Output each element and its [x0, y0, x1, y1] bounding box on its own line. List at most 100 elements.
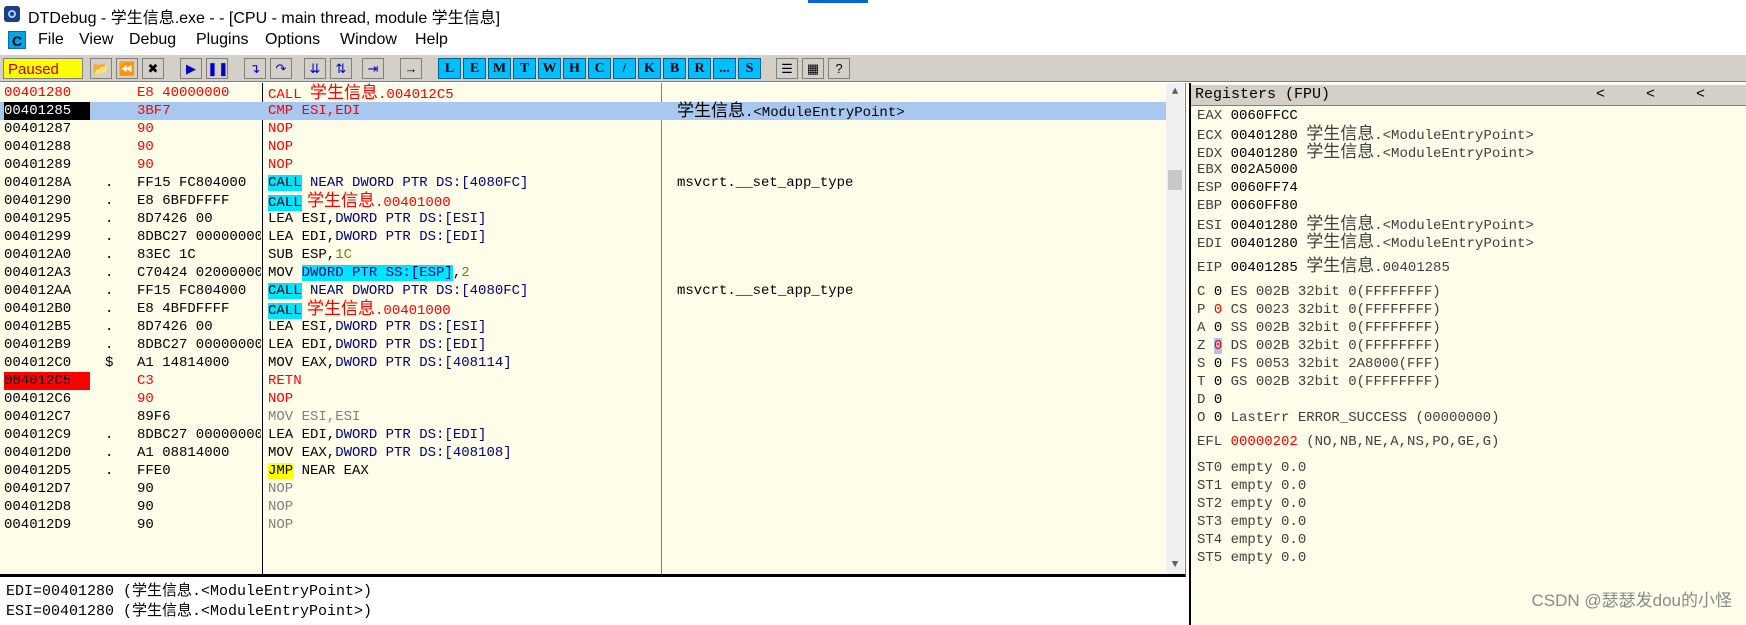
disasm-row[interactable]: 004012C0 $ A1 14814000 MOV EAX,DWORD PTR DS… — [0, 354, 1166, 372]
menu-view[interactable]: View — [79, 31, 113, 49]
menu-window[interactable]: Window — [340, 31, 397, 49]
flag-value: 0 — [1213, 374, 1223, 390]
scroll-up-icon[interactable]: ▲ — [1166, 83, 1184, 101]
toolbar-runtrace-button[interactable]: ... — [713, 58, 736, 79]
registers-nav-button[interactable]: < — [1646, 85, 1655, 105]
registers-nav-button[interactable]: < — [1596, 85, 1605, 105]
menu-debug[interactable]: Debug — [129, 31, 176, 49]
run-icon[interactable]: ▶ — [180, 58, 202, 79]
disasm-row[interactable]: 004012B9. 8DBC27 00000000 LEA EDI,DWORD PT… — [0, 336, 1166, 354]
disasm-row[interactable]: 004012AA. FF15 FC804000 CALL NEAR DWORD PT… — [0, 282, 1166, 300]
disasm-row[interactable]: 004012D9 90 NOP — [0, 516, 1166, 534]
fpu-register-st0[interactable]: ST0 empty 0.0 — [1197, 459, 1306, 477]
trace-into-icon[interactable]: ⇊ — [304, 58, 326, 79]
toolbar-breakpoints-button[interactable]: B — [663, 58, 686, 79]
vertical-scrollbar[interactable]: ▲ ▼ — [1166, 83, 1184, 574]
toolbar-cpu-button[interactable]: C — [588, 58, 611, 79]
disasm-row[interactable]: 004012D7 90 NOP — [0, 480, 1166, 498]
disasm-row[interactable]: 004012C7 89F6 MOV ESI,ESI — [0, 408, 1166, 426]
row-hex: FF15 FC804000 — [137, 283, 247, 299]
trace-over-icon[interactable]: ⇅ — [330, 58, 352, 79]
flag-p[interactable]: P 0 CS 0023 32bit 0(FFFFFFFF) — [1197, 301, 1441, 319]
disasm-row[interactable]: 00401290. E8 6BFDFFFF CALL 学生信息.00401000 — [0, 192, 1166, 211]
register-edx[interactable]: EDX 00401280 学生信息.<ModuleEntryPoint> — [1197, 143, 1534, 163]
pause-icon[interactable]: ❚❚ — [206, 58, 229, 79]
flag-s[interactable]: S 0 FS 0053 32bit 2A8000(FFF) — [1197, 355, 1441, 373]
flag-o[interactable]: O 0 LastErr ERROR_SUCCESS (00000000) — [1197, 409, 1499, 427]
cpu-window-icon[interactable]: C — [8, 31, 26, 49]
disasm-row[interactable]: 00401295. 8D7426 00 LEA ESI,DWORD PTR DS:[… — [0, 210, 1166, 228]
close-icon[interactable]: ✖ — [142, 58, 164, 79]
flag-t[interactable]: T 0 GS 002B 32bit 0(FFFFFFFF) — [1197, 373, 1441, 391]
toolbar-source-button[interactable]: S — [738, 58, 761, 79]
step-into-icon[interactable]: ↴ — [244, 58, 266, 79]
flag-value: 0 — [1213, 302, 1223, 318]
menu-help[interactable]: Help — [415, 31, 448, 49]
disasm-row[interactable]: 00401287 90 NOP — [0, 120, 1166, 138]
disasm-row[interactable]: 00401280 E8 40000000 CALL 学生信息.004012C5 — [0, 84, 1166, 103]
flag-c[interactable]: C 0 ES 002B 32bit 0(FFFFFFFF) — [1197, 283, 1441, 301]
registers-nav-button[interactable]: < — [1696, 85, 1705, 105]
disasm-row[interactable]: 004012A0. 83EC 1C SUB ESP,1C — [0, 246, 1166, 264]
fpu-register-st1[interactable]: ST1 empty 0.0 — [1197, 477, 1306, 495]
toolbar-windows-button[interactable]: W — [538, 58, 561, 79]
register-ebx[interactable]: EBX 002A5000 — [1197, 161, 1298, 179]
flag-z[interactable]: Z 0 DS 002B 32bit 0(FFFFFFFF) — [1197, 337, 1441, 355]
toolbar-patches-button[interactable]: / — [613, 58, 636, 79]
row-hex: 8D7426 00 — [137, 319, 213, 335]
menu-file[interactable]: File — [38, 31, 64, 49]
disasm-row[interactable]: 004012B0. E8 4BFDFFFF CALL 学生信息.00401000 — [0, 300, 1166, 319]
fpu-register-st4[interactable]: ST4 empty 0.0 — [1197, 531, 1306, 549]
register-eip[interactable]: EIP 00401285 学生信息.00401285 — [1197, 257, 1450, 277]
grid-icon[interactable]: ▦ — [802, 58, 824, 79]
register-eax[interactable]: EAX 0060FFCC — [1197, 107, 1298, 125]
toolbar-references-button[interactable]: R — [688, 58, 711, 79]
disasm-row[interactable]: 004012D0. A1 08814000 MOV EAX,DWORD PTR DS… — [0, 444, 1166, 462]
disasm-row[interactable]: 004012C6 90 NOP — [0, 390, 1166, 408]
disasm-row[interactable]: 00401285 3BF7 CMP ESI,EDI 学生信息.<ModuleEntry… — [0, 102, 1166, 121]
flag-a[interactable]: A 0 SS 002B 32bit 0(FFFFFFFF) — [1197, 319, 1441, 337]
open-icon[interactable]: 📂 — [90, 58, 112, 79]
toolbar-callstack-button[interactable]: K — [638, 58, 661, 79]
register-name: ESI — [1197, 218, 1231, 234]
help-button[interactable]: ? — [828, 58, 850, 79]
register-edi[interactable]: EDI 00401280 学生信息.<ModuleEntryPoint> — [1197, 233, 1534, 253]
register-ebp[interactable]: EBP 0060FF80 — [1197, 197, 1298, 215]
register-efl[interactable]: EFL 00000202 (NO,NB,NE,A,NS,PO,GE,G) — [1197, 433, 1499, 451]
disassembly-pane[interactable]: 00401280 E8 40000000 CALL 学生信息.004012C5 004… — [0, 83, 1186, 577]
disasm-row[interactable]: 00401289 90 NOP — [0, 156, 1166, 174]
execute-till-return-icon[interactable]: ⇥ — [362, 58, 384, 79]
flag-d[interactable]: D 0 — [1197, 391, 1222, 409]
row-hex: 90 — [137, 481, 154, 497]
toolbar-modules-button[interactable]: E — [463, 58, 486, 79]
disasm-row[interactable]: 004012C9. 8DBC27 00000000 LEA EDI,DWORD PT… — [0, 426, 1166, 444]
row-marker: $ — [105, 355, 114, 371]
toolbar-log-button[interactable]: L — [438, 58, 461, 79]
restart-icon[interactable]: ⏪ — [116, 58, 138, 79]
disasm-row[interactable]: 004012D8 90 NOP — [0, 498, 1166, 516]
scroll-down-icon[interactable]: ▼ — [1166, 556, 1184, 574]
disasm-row[interactable]: 004012D5. FFE0 JMP NEAR EAX — [0, 462, 1166, 480]
instruction-mnemonic: LEA EDI, — [268, 337, 336, 353]
menu-plugins[interactable]: Plugins — [196, 31, 248, 49]
toolbar-memory-button[interactable]: M — [488, 58, 511, 79]
go-to-cursor-icon[interactable]: → — [400, 58, 422, 79]
disasm-row[interactable]: 00401299. 8DBC27 00000000 LEA EDI,DWORD PT… — [0, 228, 1166, 246]
fpu-register-st3[interactable]: ST3 empty 0.0 — [1197, 513, 1306, 531]
fpu-register-st2[interactable]: ST2 empty 0.0 — [1197, 495, 1306, 513]
scroll-thumb[interactable] — [1168, 170, 1182, 190]
disasm-row[interactable]: 0040128A. FF15 FC804000 CALL NEAR DWORD PT… — [0, 174, 1166, 192]
disasm-row[interactable]: 00401288 90 NOP — [0, 138, 1166, 156]
fpu-register-st5[interactable]: ST5 empty 0.0 — [1197, 549, 1306, 567]
menu-options[interactable]: Options — [265, 31, 320, 49]
disasm-row[interactable]: 004012A3. C70424 02000000 MOV DWORD PTR SS… — [0, 264, 1166, 282]
register-esp[interactable]: ESP 0060FF74 — [1197, 179, 1298, 197]
step-over-icon[interactable]: ↷ — [270, 58, 292, 79]
disasm-row[interactable]: 004012C5 C3 RETN — [0, 372, 1166, 390]
row-address: 00401290 — [4, 193, 72, 209]
disasm-row[interactable]: 004012B5. 8D7426 00 LEA ESI,DWORD PTR DS:[… — [0, 318, 1166, 336]
list-icon[interactable]: ☰ — [776, 58, 798, 79]
toolbar-handles-button[interactable]: H — [563, 58, 586, 79]
registers-pane[interactable]: Registers (FPU) < < < EAX 0060FFCC ECX 00… — [1189, 83, 1746, 625]
toolbar-threads-button[interactable]: T — [513, 58, 536, 79]
